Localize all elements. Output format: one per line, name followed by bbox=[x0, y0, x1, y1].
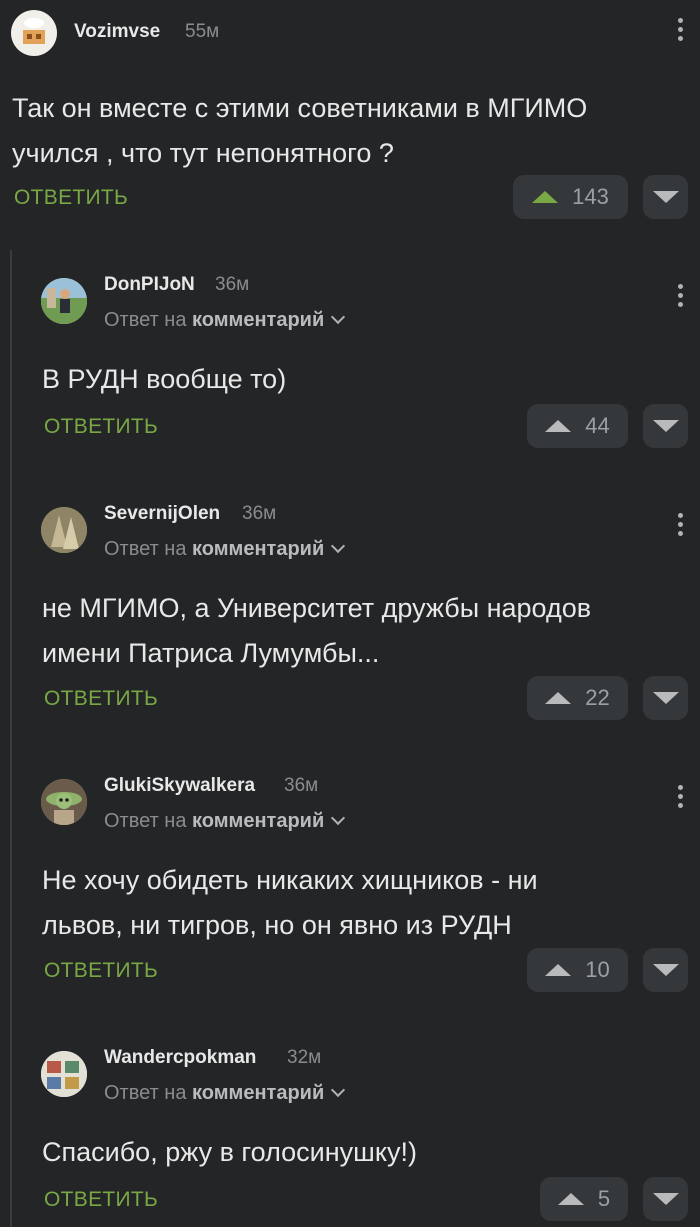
triangle-down-icon bbox=[652, 964, 679, 976]
triangle-down-icon bbox=[652, 1193, 679, 1205]
vote-count: 143 bbox=[572, 184, 609, 209]
reply-button[interactable]: ОТВЕТИТЬ bbox=[44, 687, 158, 711]
comment-time: 36м bbox=[215, 274, 250, 295]
reply-prefix: Ответ на bbox=[104, 538, 187, 560]
triangle-up-icon bbox=[557, 1193, 584, 1205]
comment-text-line: В РУДН вообще то) bbox=[42, 364, 287, 394]
triangle-up-icon bbox=[545, 692, 572, 704]
comment-text-line: Не хочу обидеть никаких хищников - ни bbox=[42, 865, 538, 895]
comment-text-line: Спасибо, ржу в голосинушку!) bbox=[42, 1137, 417, 1167]
reply-target-link[interactable]: комментарий bbox=[192, 309, 324, 331]
downvote-button[interactable] bbox=[643, 175, 688, 219]
reply-button[interactable]: ОТВЕТИТЬ bbox=[44, 1188, 158, 1212]
downvote-button[interactable] bbox=[643, 676, 688, 720]
vote-count: 44 bbox=[585, 413, 610, 438]
triangle-down-icon bbox=[652, 191, 679, 203]
comment-text: Не хочу обидеть никаких хищников - ни ль… bbox=[42, 858, 538, 948]
triangle-down-icon bbox=[652, 420, 679, 432]
triangle-up-icon bbox=[545, 420, 572, 432]
vote-count: 10 bbox=[585, 957, 610, 982]
chevron-down-icon[interactable] bbox=[331, 538, 346, 554]
reply-to-line[interactable]: Ответ на комментарий bbox=[104, 1082, 346, 1105]
chevron-down-icon[interactable] bbox=[331, 810, 346, 826]
author-name[interactable]: GlukiSkywalkera bbox=[104, 775, 255, 797]
reply-to-line[interactable]: Ответ на комментарий bbox=[104, 309, 346, 332]
comment-text: не МГИМО, а Университет дружбы народов и… bbox=[42, 586, 591, 676]
reply-target-link[interactable]: комментарий bbox=[192, 1082, 324, 1104]
comment-text-line: Так он вместе с этими советниками в МГИМ… bbox=[12, 93, 588, 123]
upvote-button[interactable]: 10 bbox=[527, 948, 628, 992]
reply-prefix: Ответ на bbox=[104, 1082, 187, 1104]
comment-time: 55м bbox=[185, 21, 220, 42]
vote-count: 5 bbox=[597, 1186, 611, 1211]
downvote-button[interactable] bbox=[643, 948, 688, 992]
upvote-button[interactable]: 22 bbox=[527, 676, 628, 720]
reply-prefix: Ответ на bbox=[104, 810, 187, 832]
comment-time: 36м bbox=[284, 775, 319, 796]
comment-time: 36м bbox=[242, 503, 277, 524]
downvote-button[interactable] bbox=[643, 1177, 688, 1221]
avatar[interactable] bbox=[41, 779, 87, 825]
chevron-down-icon[interactable] bbox=[331, 309, 346, 325]
triangle-up-icon bbox=[545, 964, 572, 976]
avatar[interactable] bbox=[41, 507, 87, 553]
author-name[interactable]: DonPIJoN bbox=[104, 274, 195, 296]
author-name[interactable]: Vozimvse bbox=[74, 21, 160, 43]
upvote-button[interactable]: 143 bbox=[513, 175, 628, 219]
vote-count: 22 bbox=[585, 685, 610, 710]
author-name[interactable]: SevernijOlen bbox=[104, 503, 220, 525]
upvote-button[interactable]: 5 bbox=[540, 1177, 628, 1221]
reply-button[interactable]: ОТВЕТИТЬ bbox=[44, 959, 158, 983]
more-vertical-icon[interactable] bbox=[678, 513, 684, 540]
reply-button[interactable]: ОТВЕТИТЬ bbox=[14, 186, 128, 210]
upvote-button[interactable]: 44 bbox=[527, 404, 628, 448]
avatar[interactable] bbox=[41, 278, 87, 324]
comment-text-line: не МГИМО, а Университет дружбы народов bbox=[42, 593, 592, 623]
thread-line bbox=[10, 250, 12, 1227]
reply-to-line[interactable]: Ответ на комментарий bbox=[104, 810, 346, 833]
reply-target-link[interactable]: комментарий bbox=[192, 538, 324, 560]
comment-text: Так он вместе с этими советниками в МГИМ… bbox=[12, 86, 587, 176]
more-vertical-icon[interactable] bbox=[678, 18, 684, 45]
comment-text-line: учился , что тут непонятного ? bbox=[12, 138, 394, 168]
author-name[interactable]: Wandercpokman bbox=[104, 1047, 256, 1069]
comment-time: 32м bbox=[287, 1047, 322, 1068]
reply-prefix: Ответ на bbox=[104, 309, 187, 331]
chevron-down-icon[interactable] bbox=[331, 1082, 346, 1098]
reply-target-link[interactable]: комментарий bbox=[192, 810, 324, 832]
avatar[interactable] bbox=[11, 10, 57, 56]
triangle-up-icon bbox=[532, 191, 559, 203]
avatar[interactable] bbox=[41, 1051, 87, 1097]
reply-button[interactable]: ОТВЕТИТЬ bbox=[44, 415, 158, 439]
triangle-down-icon bbox=[652, 692, 679, 704]
downvote-button[interactable] bbox=[643, 404, 688, 448]
more-vertical-icon[interactable] bbox=[678, 785, 684, 812]
more-vertical-icon[interactable] bbox=[678, 284, 684, 311]
comment-text-line: львов, ни тигров, но он явно из РУДН bbox=[42, 910, 512, 940]
comment-text-line: имени Патриса Лумумбы... bbox=[42, 638, 380, 668]
comment-text: Спасибо, ржу в голосинушку!) bbox=[42, 1130, 417, 1175]
reply-to-line[interactable]: Ответ на комментарий bbox=[104, 538, 346, 561]
comment-text: В РУДН вообще то) bbox=[42, 357, 286, 402]
